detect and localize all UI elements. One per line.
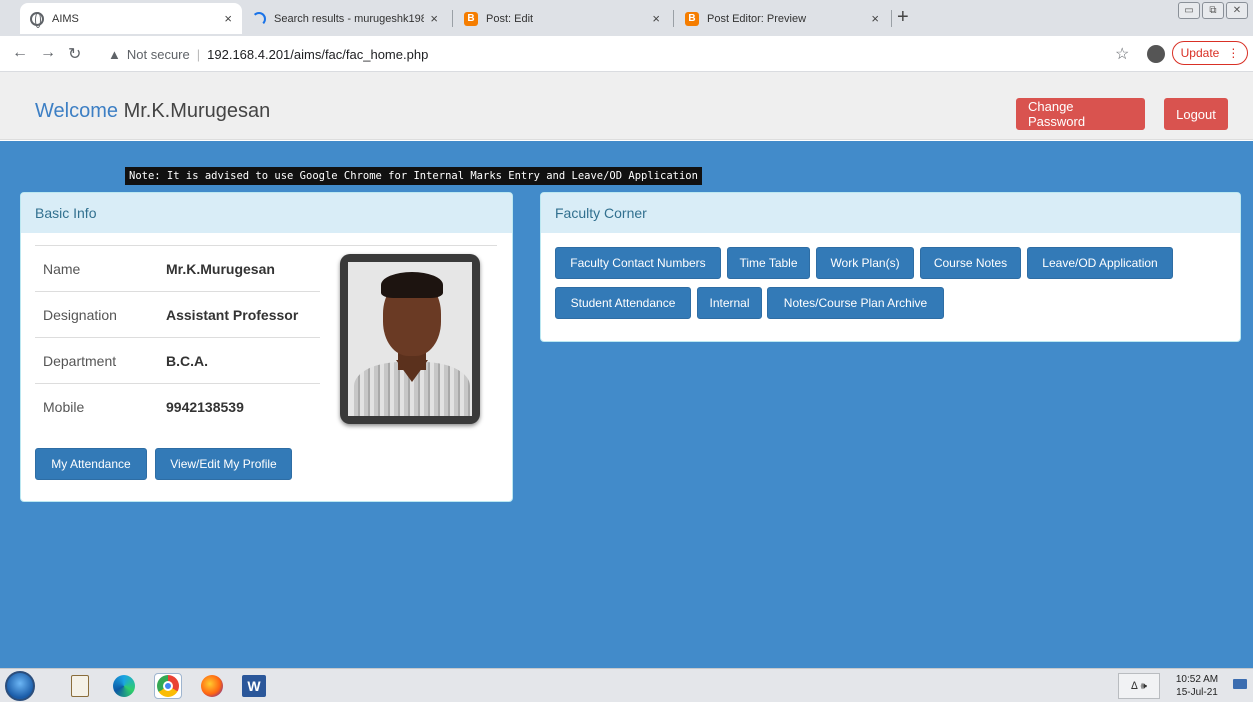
tab-title: AIMS (52, 12, 79, 25)
info-row-mobile: Mobile 9942138539 (35, 383, 320, 429)
tab-close-icon[interactable]: × (430, 11, 438, 26)
edge-browser-icon[interactable] (110, 673, 138, 699)
close-window-icon[interactable]: ✕ (1226, 2, 1248, 19)
internal-button[interactable]: Internal (697, 287, 762, 319)
tab-close-icon[interactable]: × (652, 11, 660, 26)
window-controls: ▭ ⧉ ✕ (1178, 2, 1248, 19)
address-bar[interactable]: ▲ Not secure | 192.168.4.201/aims/fac/fa… (108, 41, 1048, 67)
start-button[interactable] (5, 671, 35, 701)
show-desktop-icon[interactable] (1233, 679, 1247, 689)
menu-dots-icon: ⋮ (1227, 46, 1240, 60)
tab-title: Search results - murugeshk1987@gr (274, 12, 425, 25)
course-notes-button[interactable]: Course Notes (920, 247, 1021, 279)
info-row-department: Department B.C.A. (35, 337, 320, 383)
basic-info-panel: Basic Info Name Mr.K.Murugesan Designati… (20, 192, 513, 502)
tab-post-edit[interactable]: B Post: Edit × (454, 3, 670, 34)
info-row-name: Name Mr.K.Murugesan (35, 245, 320, 291)
work-plans-button[interactable]: Work Plan(s) (816, 247, 914, 279)
table-divider (320, 245, 497, 246)
faculty-corner-title: Faculty Corner (541, 193, 1240, 233)
view-edit-profile-button[interactable]: View/Edit My Profile (155, 448, 292, 480)
faculty-corner-panel: Faculty Corner Faculty Contact Numbers T… (540, 192, 1241, 342)
warning-triangle-icon: ▲ (108, 46, 121, 62)
time-table-button[interactable]: Time Table (727, 247, 810, 279)
welcome-prefix: Welcome (35, 100, 118, 122)
blogger-icon: B (464, 11, 478, 26)
tab-search-results[interactable]: Search results - murugeshk1987@gr × (242, 3, 448, 34)
student-attendance-button[interactable]: Student Attendance (555, 287, 691, 319)
welcome-user-name: Mr.K.Murugesan (123, 100, 271, 122)
blogger-icon: B (685, 11, 699, 26)
info-label: Department (43, 352, 117, 369)
taskbar-clock[interactable]: 10:52 AM 15-Jul-21 (1170, 673, 1224, 699)
info-value: Mr.K.Murugesan (166, 260, 275, 277)
my-attendance-button[interactable]: My Attendance (35, 448, 147, 480)
tab-separator (452, 10, 453, 27)
globe-icon (30, 11, 44, 28)
photo-image (348, 262, 472, 416)
minimize-icon[interactable]: ▭ (1178, 2, 1200, 19)
restore-icon[interactable]: ⧉ (1202, 2, 1224, 19)
profile-avatar[interactable] (1147, 45, 1165, 63)
tab-close-icon[interactable]: × (871, 11, 879, 26)
browser-tab-bar: AIMS × Search results - murugeshk1987@gr… (0, 0, 1253, 36)
forward-arrow-icon[interactable]: → (40, 44, 56, 62)
reload-icon[interactable]: ↻ (68, 44, 81, 64)
info-label: Name (43, 260, 81, 277)
tab-close-icon[interactable]: × (224, 11, 232, 26)
security-status: Not secure (126, 46, 190, 62)
tab-aims[interactable]: AIMS × (20, 3, 242, 34)
change-password-button[interactable]: Change Password (1016, 98, 1145, 130)
info-label: Designation (43, 306, 117, 323)
profile-photo (340, 254, 480, 424)
tab-separator (673, 10, 674, 27)
welcome-heading: Welcome Mr.K.Murugesan (35, 100, 270, 123)
loading-spinner-icon (252, 11, 266, 26)
tab-title: Post: Edit (486, 12, 534, 25)
address-separator: | (196, 46, 201, 62)
notes-course-plan-archive-button[interactable]: Notes/Course Plan Archive (767, 287, 944, 319)
firefox-icon[interactable] (198, 673, 226, 699)
page-header: Welcome Mr.K.Murugesan Change Password L… (0, 72, 1253, 140)
info-label: Mobile (43, 398, 85, 415)
tab-separator (891, 10, 892, 27)
new-tab-button[interactable]: + (897, 6, 909, 29)
basic-info-title: Basic Info (21, 193, 512, 233)
tab-post-editor-preview[interactable]: B Post Editor: Preview × (675, 3, 889, 34)
update-label: Update (1180, 46, 1220, 60)
info-value: B.C.A. (166, 352, 208, 369)
tally-erp-icon[interactable] (66, 673, 94, 699)
faculty-contact-numbers-button[interactable]: Faculty Contact Numbers (555, 247, 721, 279)
info-row-designation: Designation Assistant Professor (35, 291, 320, 337)
main-content: Note: It is advised to use Google Chrome… (0, 141, 1253, 668)
logout-button[interactable]: Logout (1164, 98, 1228, 130)
info-value: 9942138539 (166, 398, 244, 415)
photo-hair (381, 272, 443, 298)
clock-date: 15-Jul-21 (1176, 687, 1218, 698)
leave-od-application-button[interactable]: Leave/OD Application (1027, 247, 1173, 279)
browser-advice-note: Note: It is advised to use Google Chrome… (125, 167, 702, 185)
back-arrow-icon[interactable]: ← (12, 44, 28, 62)
url-text: 192.168.4.201/aims/fac/fac_home.php (207, 46, 429, 62)
browser-toolbar: ← → ↻ ▲ Not secure | 192.168.4.201/aims/… (0, 36, 1253, 72)
clock-time: 10:52 AM (1175, 674, 1219, 685)
info-value: Assistant Professor (166, 306, 299, 323)
windows-taskbar: W ᐃ 🕪 10:52 AM 15-Jul-21 (0, 668, 1253, 702)
word-icon[interactable]: W (240, 673, 268, 699)
update-button[interactable]: Update ⋮ (1172, 41, 1248, 65)
basic-info-table: Name Mr.K.Murugesan Designation Assistan… (35, 245, 320, 429)
chrome-icon[interactable] (154, 673, 182, 699)
tab-title: Post Editor: Preview (707, 12, 807, 25)
bookmark-star-icon[interactable]: ☆ (1115, 44, 1129, 64)
system-tray[interactable]: ᐃ 🕪 (1118, 673, 1160, 699)
